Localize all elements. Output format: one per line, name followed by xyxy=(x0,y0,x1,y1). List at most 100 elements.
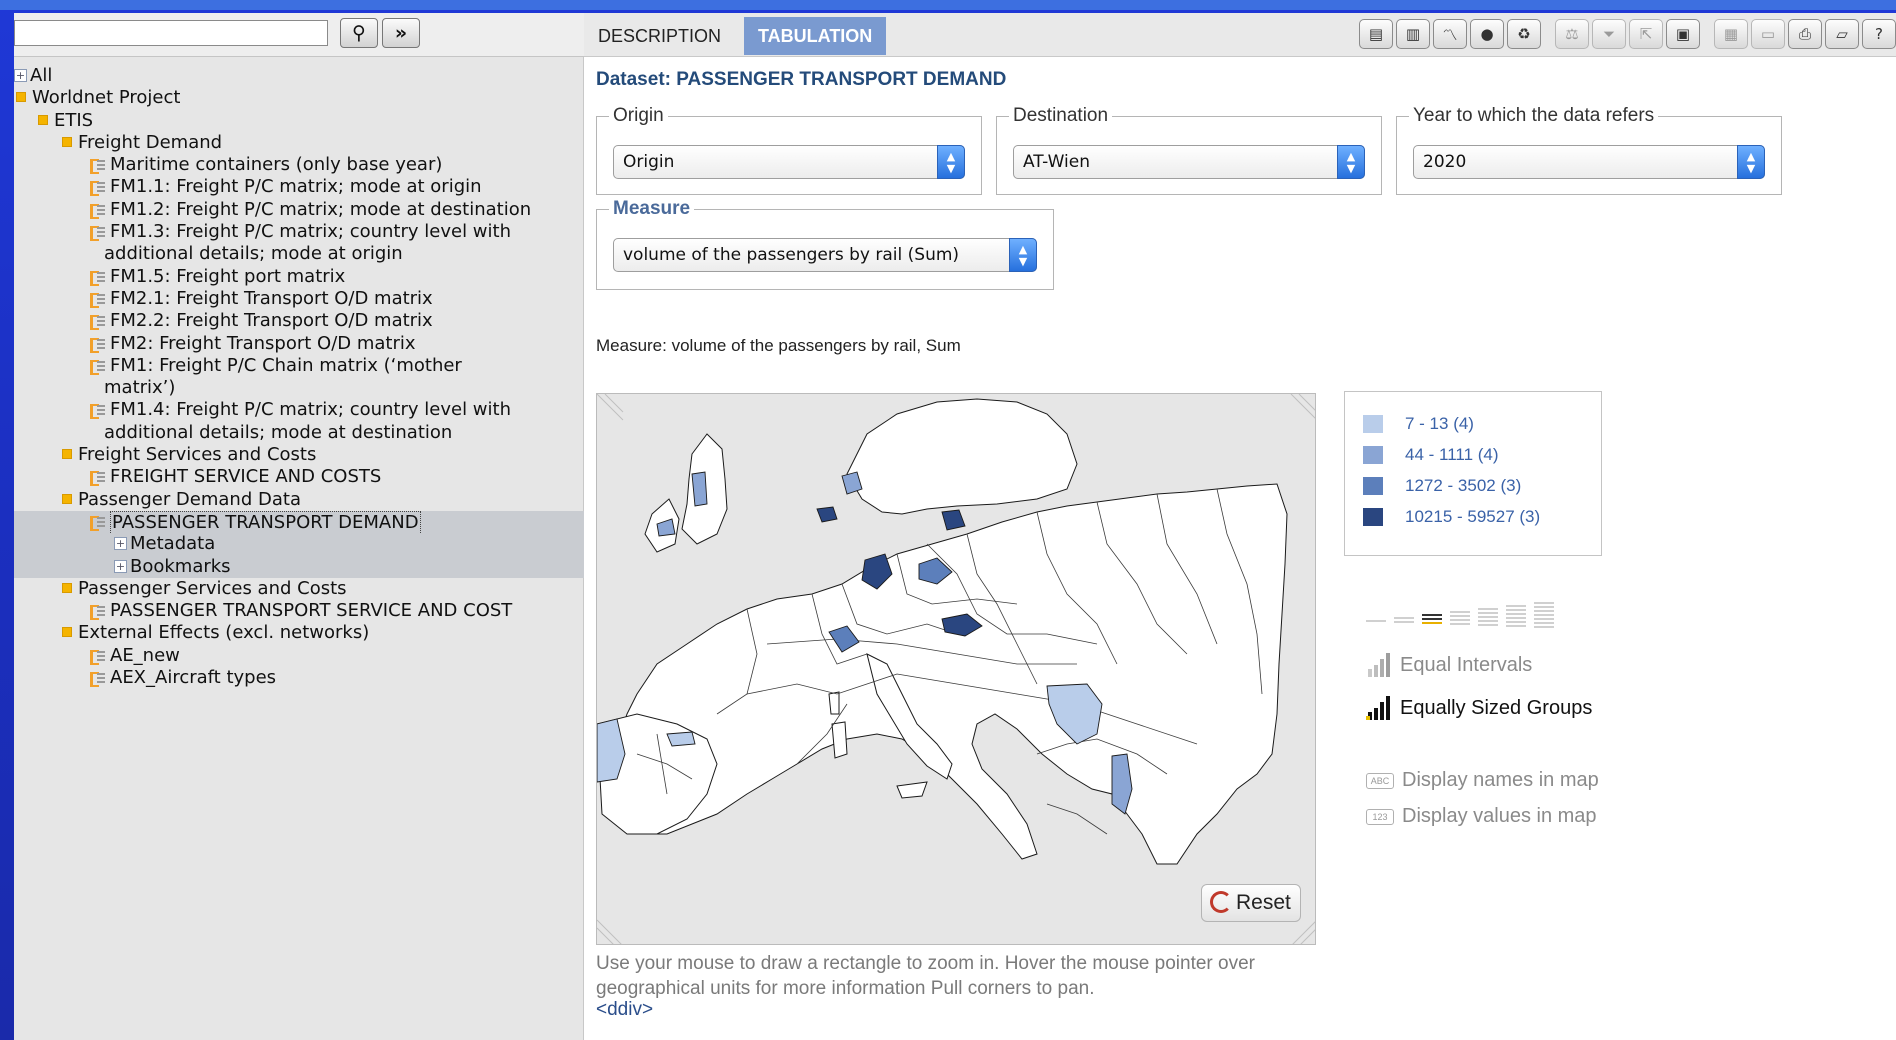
dataset-icon xyxy=(90,671,106,688)
class-count-bar xyxy=(1422,614,1442,616)
tree-node[interactable]: FM2: Freight Transport O/D matrix xyxy=(14,333,584,355)
tree-node[interactable]: FM1.5: Freight port matrix xyxy=(14,266,584,288)
tree-node-label: FM2: Freight Transport O/D matrix xyxy=(110,332,416,354)
origin-select-value: Origin xyxy=(623,152,675,172)
tree-node[interactable]: ETIS xyxy=(14,110,584,132)
expand-plus-icon[interactable]: + xyxy=(14,69,27,82)
folder-button[interactable]: ▱ xyxy=(1825,19,1859,49)
tab-description[interactable]: DESCRIPTION xyxy=(584,17,735,55)
tree-node[interactable]: Freight Services and Costs xyxy=(14,444,584,466)
class-count-option[interactable] xyxy=(1422,614,1442,624)
tree-node[interactable]: FM1.2: Freight P/C matrix; mode at desti… xyxy=(14,199,584,221)
globe-button[interactable]: ● xyxy=(1470,19,1504,49)
tree-node[interactable]: Passenger Demand Data xyxy=(14,489,584,511)
origin-select[interactable]: Origin ▲ ▼ xyxy=(613,145,965,179)
scale-button[interactable]: ⚖ xyxy=(1555,19,1589,49)
tree-node: additional details; mode at destination xyxy=(14,422,584,444)
class-count-bar xyxy=(1394,617,1414,619)
tree-node-label: PASSENGER TRANSPORT SERVICE AND COST xyxy=(110,600,513,622)
equally-sized-groups-label: Equally Sized Groups xyxy=(1400,696,1593,719)
tree-node[interactable]: FREIGHT SERVICE AND COSTS xyxy=(14,466,584,488)
tree-node[interactable]: FM1.3: Freight P/C matrix; country level… xyxy=(14,221,584,243)
folder-icon xyxy=(38,114,48,125)
tree-node-label: FM1.3: Freight P/C matrix; country level… xyxy=(110,221,511,243)
line-chart-button[interactable]: 〽 xyxy=(1433,19,1467,49)
globe-icon: ● xyxy=(1480,25,1494,43)
layout-button[interactable]: ▭ xyxy=(1751,19,1785,49)
class-count-option[interactable] xyxy=(1534,602,1554,628)
class-count-bar xyxy=(1506,609,1526,611)
legend-item: 7 - 13 (4) xyxy=(1363,412,1474,436)
destination-select[interactable]: AT-Wien ▲ ▼ xyxy=(1013,145,1365,179)
tree-node[interactable]: FM1: Freight P/C Chain matrix (‘mother xyxy=(14,355,584,377)
tree-node[interactable]: AEX_Aircraft types xyxy=(14,667,584,689)
table-button[interactable]: ▤ xyxy=(1359,19,1393,49)
tree-node-label: Metadata xyxy=(130,533,216,555)
choropleth-map[interactable]: Reset xyxy=(596,393,1316,945)
equal-intervals-icon xyxy=(1366,653,1394,677)
tree-node-label: FM1.4: Freight P/C matrix; country level… xyxy=(110,399,511,421)
tree-node[interactable]: FM1.4: Freight P/C matrix; country level… xyxy=(14,399,584,421)
tree-node[interactable]: Worldnet Project xyxy=(14,87,584,109)
tree-node[interactable]: + All xyxy=(14,65,584,87)
find-next-button[interactable]: » xyxy=(382,18,420,48)
print-button[interactable]: ⎙ xyxy=(1788,19,1822,49)
destination-select-value: AT-Wien xyxy=(1023,152,1090,172)
tab-tabulation[interactable]: TABULATION xyxy=(744,17,887,55)
class-count-option[interactable] xyxy=(1506,605,1526,627)
class-count-bar xyxy=(1534,610,1554,612)
display-names-option[interactable]: ABC Display names in map xyxy=(1366,769,1599,792)
display-values-option[interactable]: 123 Display values in map xyxy=(1366,805,1597,828)
legend-item: 1272 - 3502 (3) xyxy=(1363,474,1521,498)
find-button[interactable]: ⚲ xyxy=(340,18,378,48)
bar-chart-button[interactable]: ▥ xyxy=(1396,19,1430,49)
tree-node[interactable]: PASSENGER TRANSPORT SERVICE AND COST xyxy=(14,600,584,622)
tree-node[interactable]: External Effects (excl. networks) xyxy=(14,622,584,644)
equal-intervals-option[interactable]: Equal Intervals xyxy=(1366,653,1532,677)
dataset-title: Dataset: PASSENGER TRANSPORT DEMAND xyxy=(596,69,1007,90)
class-count-option[interactable] xyxy=(1366,620,1386,622)
folder-icon xyxy=(16,92,26,103)
tree-node[interactable]: FM1.1: Freight P/C matrix; mode at origi… xyxy=(14,176,584,198)
tree-node[interactable]: + Metadata xyxy=(14,533,584,556)
class-count-option[interactable] xyxy=(1394,617,1414,623)
year-fieldset: Year to which the data refers 2020 ▲ ▼ xyxy=(1396,105,1782,195)
help-button[interactable]: ? xyxy=(1862,19,1896,49)
tree-node[interactable]: Passenger Services and Costs xyxy=(14,578,584,600)
class-count-selector[interactable] xyxy=(1366,598,1566,630)
tree-node[interactable]: Freight Demand xyxy=(14,132,584,154)
excel-button[interactable]: ▦ xyxy=(1714,19,1748,49)
tree-node-label: External Effects (excl. networks) xyxy=(78,622,370,644)
tree-node[interactable]: FM2.1: Freight Transport O/D matrix xyxy=(14,288,584,310)
export-button[interactable]: ⇱ xyxy=(1629,19,1663,49)
help-icon: ? xyxy=(1875,25,1883,43)
save-button[interactable]: ▣ xyxy=(1666,19,1700,49)
region-galicia xyxy=(666,731,696,747)
dataset-icon xyxy=(90,337,106,353)
measure-select[interactable]: volume of the passengers by rail (Sum) ▲… xyxy=(613,238,1037,272)
tree-node[interactable]: Maritime containers (only base year) xyxy=(14,154,584,176)
line-chart-icon: 〽 xyxy=(1442,25,1458,44)
expand-plus-icon[interactable]: + xyxy=(114,537,127,551)
dataset-icon xyxy=(90,292,106,308)
tree-node-label: Passenger Demand Data xyxy=(78,488,301,510)
class-count-option[interactable] xyxy=(1450,611,1470,625)
class-count-option[interactable] xyxy=(1478,608,1498,626)
tree-node[interactable]: PASSENGER TRANSPORT DEMAND xyxy=(14,510,584,536)
measure-fieldset: Measure volume of the passengers by rail… xyxy=(596,198,1054,290)
tree-node-label: FM1.5: Freight port matrix xyxy=(110,265,346,287)
tree-node[interactable]: FM2.2: Freight Transport O/D matrix xyxy=(14,310,584,332)
legend-label: 44 - 1111 (4) xyxy=(1405,445,1499,464)
year-select[interactable]: 2020 ▲ ▼ xyxy=(1413,145,1765,179)
map-reset-button[interactable]: Reset xyxy=(1201,884,1301,922)
recycle-button[interactable]: ♻ xyxy=(1507,19,1541,49)
tree-search-bar: ⚲ » xyxy=(14,13,584,57)
class-count-bar xyxy=(1478,616,1498,618)
window-top-edge xyxy=(0,0,1896,10)
tree-node[interactable]: + Bookmarks xyxy=(14,555,584,578)
filter-button[interactable]: ⏷ xyxy=(1592,19,1626,49)
tree-node[interactable]: AE_new xyxy=(14,645,584,667)
tree-search-input[interactable] xyxy=(14,20,328,46)
equally-sized-groups-option[interactable]: Equally Sized Groups xyxy=(1366,696,1592,720)
expand-plus-icon[interactable]: + xyxy=(114,559,127,573)
